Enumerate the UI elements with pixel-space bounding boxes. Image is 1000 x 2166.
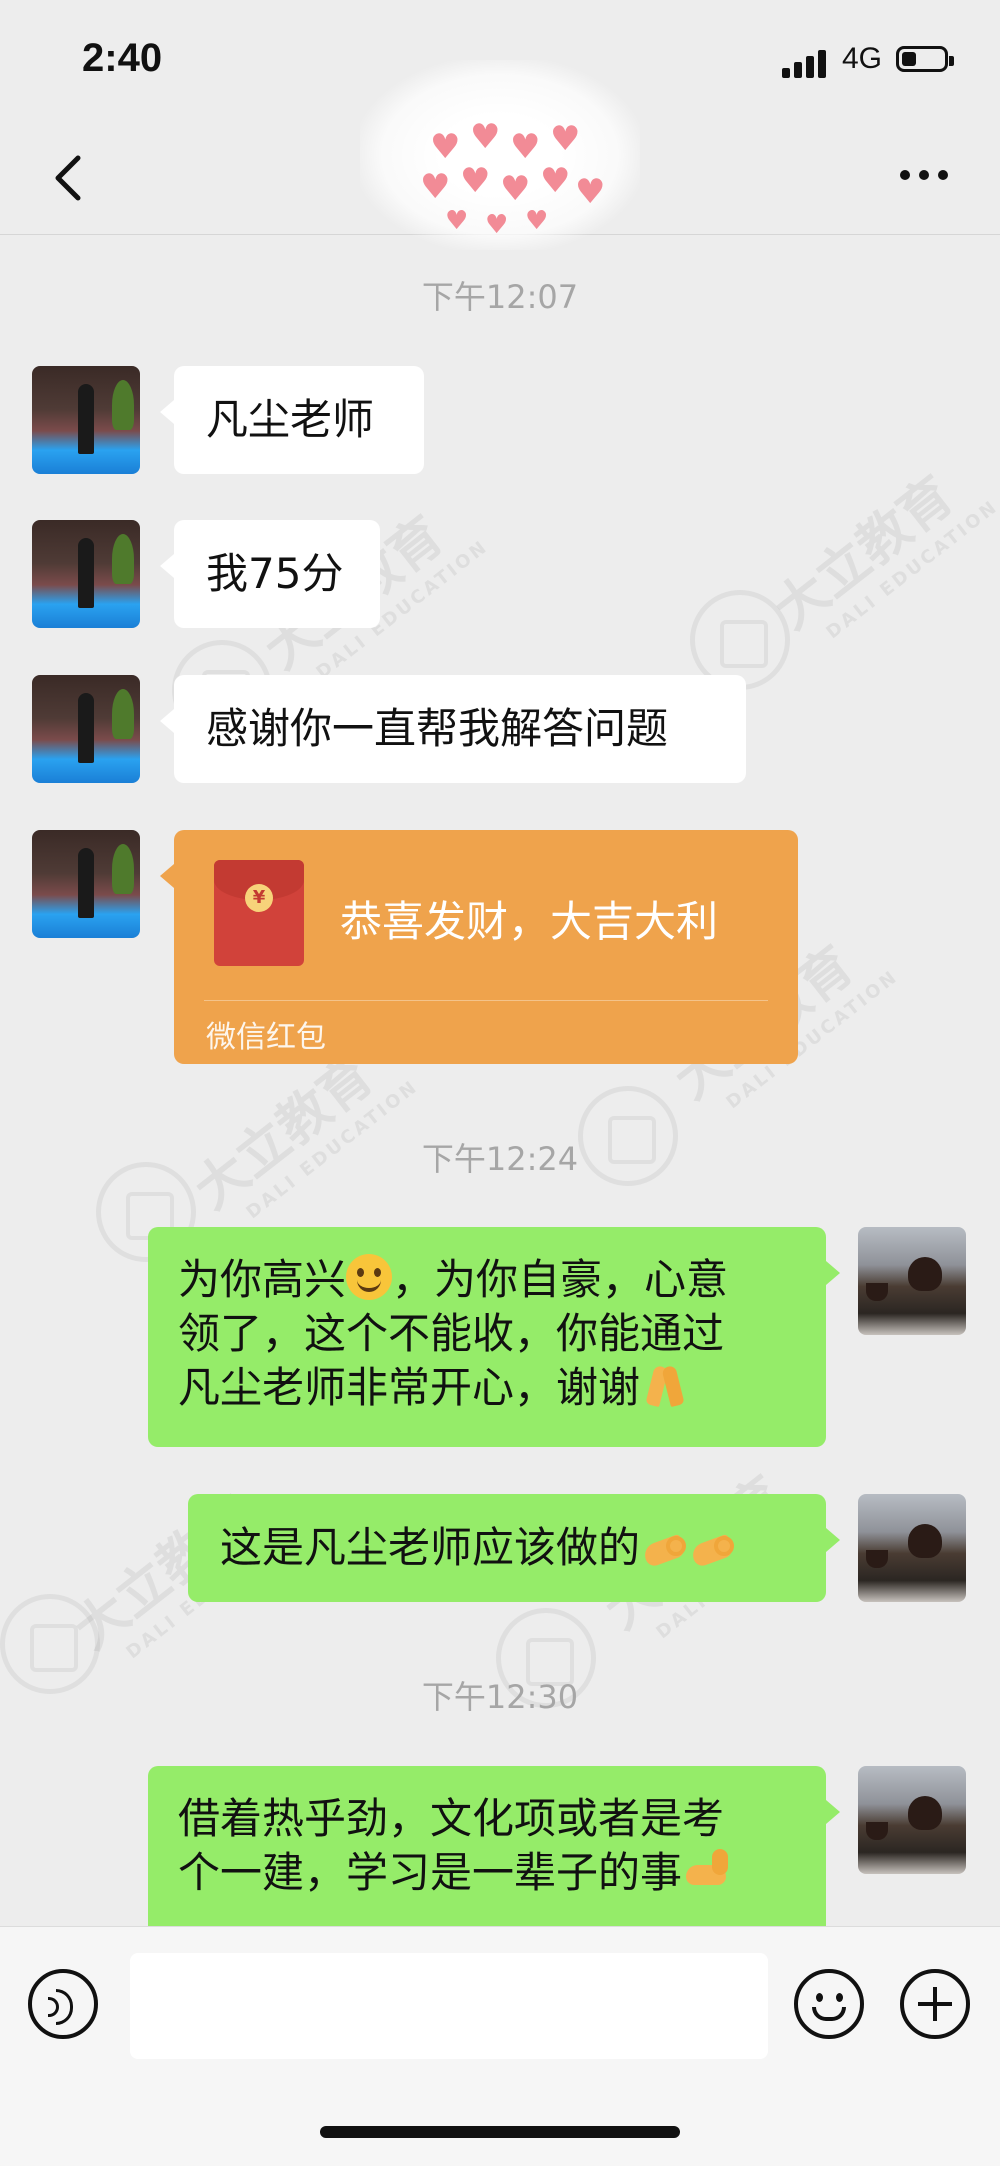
red-packet-greeting: 恭喜发财，大吉大利 (340, 897, 719, 946)
folded-hands-emoji-icon (640, 1362, 692, 1408)
my-avatar[interactable] (858, 1494, 966, 1602)
signal-icon (782, 48, 830, 78)
watermark: 大立教育DALI EDUCATION (763, 465, 1000, 644)
my-avatar[interactable] (858, 1227, 966, 1335)
chat-header: ♥ ♥ ♥ ♥ ♥ ♥ ♥ ♥ ♥ ♥ ♥ ♥ (0, 60, 1000, 250)
message-text: 凡尘老师 (206, 395, 375, 444)
message-bubble[interactable]: 凡尘老师 (160, 366, 424, 474)
battery-icon (896, 46, 954, 72)
home-indicator[interactable] (320, 2126, 680, 2138)
message-text: 领了，这个不能收，你能通过 (178, 1309, 725, 1358)
message-bubble[interactable]: 这是凡尘老师应该做的 (188, 1494, 840, 1602)
message-text: 这是凡尘老师应该做的 (220, 1521, 794, 1575)
message-timestamp: 下午12:30 (421, 1678, 579, 1716)
contact-avatar-hearts[interactable]: ♥ ♥ ♥ ♥ ♥ ♥ ♥ ♥ ♥ ♥ ♥ ♥ (360, 60, 640, 250)
message-text: 凡尘老师非常开心，谢谢 (178, 1361, 796, 1415)
message-text: 借着热乎劲，文化项或者是考 (178, 1794, 725, 1843)
message-timestamp: 下午12:24 (421, 1140, 579, 1178)
sender-avatar[interactable] (32, 830, 140, 938)
status-time: 2:40 (82, 36, 163, 80)
smile-emoji-icon (346, 1254, 393, 1300)
divider (204, 1000, 768, 1001)
message-text: 个一建，学习是一辈子的事 (178, 1846, 796, 1900)
ok-hand-emoji-icon (688, 1528, 736, 1568)
red-packet-label: 微信红包 (206, 1020, 326, 1055)
sender-avatar[interactable] (32, 366, 140, 474)
flexed-bicep-emoji-icon (682, 1847, 732, 1893)
message-timestamp: 下午12:07 (421, 278, 579, 316)
battery-fill (902, 52, 916, 66)
message-bubble[interactable]: 我75分 (160, 520, 380, 628)
sender-avatar[interactable] (32, 675, 140, 783)
smile-icon[interactable] (794, 1969, 864, 2039)
sender-avatar[interactable] (32, 520, 140, 628)
plus-icon[interactable] (900, 1969, 970, 2039)
ellipsis-icon[interactable] (900, 170, 948, 184)
voice-icon[interactable] (28, 1969, 98, 2039)
red-packet-card[interactable]: ¥ 恭喜发财，大吉大利 微信红包 (160, 830, 798, 1064)
message-bubble[interactable]: 感谢你一直帮我解答问题 (160, 675, 746, 783)
network-type: 4G (842, 42, 883, 75)
my-avatar[interactable] (858, 1766, 966, 1874)
ok-hand-emoji-icon (640, 1528, 688, 1568)
message-text: 为你高兴 ，为你自豪，心意 (178, 1254, 729, 1304)
message-text: 我75分 (206, 549, 344, 598)
message-input[interactable] (130, 1953, 768, 2059)
message-bubble[interactable]: 为你高兴 ，为你自豪，心意 领了，这个不能收，你能通过 凡尘老师非常开心，谢谢 (148, 1227, 840, 1447)
chevron-left-icon[interactable] (44, 148, 96, 208)
message-text: 感谢你一直帮我解答问题 (206, 704, 669, 753)
red-envelope-icon: ¥ (214, 860, 304, 966)
